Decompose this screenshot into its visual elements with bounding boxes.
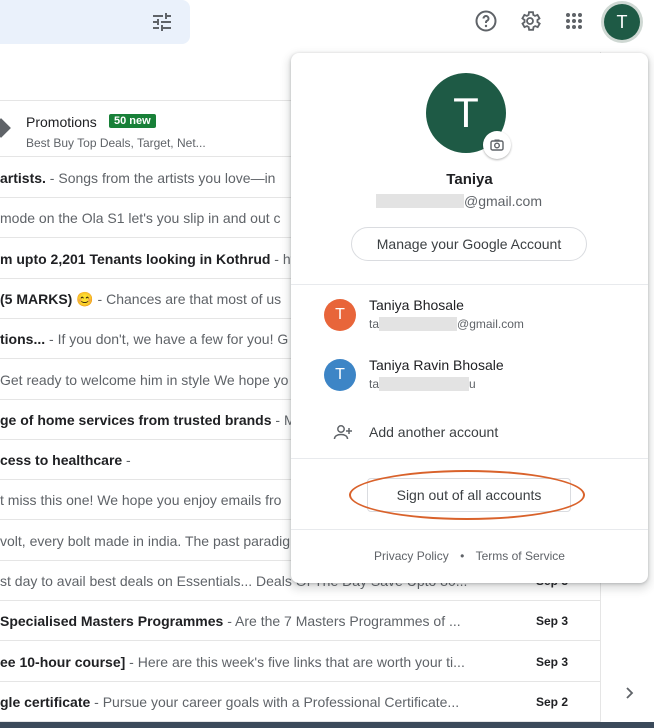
email-preview: - Songs from the artists you love—in: [45, 170, 276, 186]
email-snippet: gle certificate - Pursue your career goa…: [0, 682, 480, 721]
account-avatar: T: [324, 299, 356, 331]
top-bar: T: [0, 0, 654, 52]
divider: [291, 529, 648, 530]
separator-dot: •: [460, 549, 465, 563]
bottom-bar: [0, 722, 654, 728]
account-item[interactable]: T Taniya Bhosale ta @gmail.com: [291, 285, 648, 345]
account-email: ta u: [369, 377, 476, 391]
email-preview: - Are the 7 Masters Programmes of ...: [223, 613, 461, 630]
account-email: ta @gmail.com: [369, 317, 524, 331]
account-avatar: T: [324, 359, 356, 391]
email-suffix: u: [469, 377, 476, 391]
email-row[interactable]: Specialised Masters Programmes - Are the…: [0, 601, 600, 642]
email-row[interactable]: ee 10-hour course] - Here are this week'…: [0, 642, 600, 682]
email-subject: ge of home services from trusted brands: [0, 411, 272, 428]
email-preview: - Pursue your career goals with a Profes…: [90, 693, 460, 710]
gear-icon[interactable]: [517, 8, 543, 34]
redacted-text: [379, 377, 470, 391]
camera-icon[interactable]: [483, 131, 511, 159]
label-icon: [0, 118, 11, 138]
email-preview: - Chances are that most of us: [93, 290, 282, 307]
add-account-label: Add another account: [369, 424, 499, 440]
email-preview: mode on the Ola S1 let's you slip in and…: [0, 210, 281, 227]
highlight-annotation: [349, 470, 585, 520]
redacted-text: [376, 194, 464, 208]
email-preview: Get ready to welcome him in style We hop…: [0, 371, 289, 388]
promotions-title: Promotions: [26, 114, 97, 130]
email-row[interactable]: gle certificate - Pursue your career goa…: [0, 682, 600, 722]
promotions-senders: Best Buy Top Deals, Target, Net...: [26, 136, 206, 150]
email-date: Sep 3: [536, 614, 569, 629]
email-preview: t miss this one! We hope you enjoy email…: [0, 492, 282, 509]
search-bar[interactable]: [0, 0, 190, 44]
email-preview: - If you don't, we have a few for you! G: [45, 331, 289, 348]
divider: [291, 458, 648, 459]
person-add-icon: [331, 421, 355, 445]
privacy-policy-link[interactable]: Privacy Policy: [374, 549, 449, 563]
email-suffix: @gmail.com: [464, 193, 543, 209]
email-suffix: @gmail.com: [457, 317, 524, 331]
redacted-text: [379, 317, 458, 331]
email-prefix: ta: [369, 317, 380, 331]
email-subject: tions...: [0, 331, 46, 348]
email-snippet: ee 10-hour course] - Here are this week'…: [0, 642, 480, 681]
email-date: Sep 2: [536, 694, 569, 709]
account-name: Taniya Ravin Bhosale: [369, 357, 504, 373]
new-count-badge: 50 new: [109, 114, 156, 128]
account-menu: T Taniya @gmail.com Manage your Google A…: [291, 53, 648, 583]
email-snippet: Specialised Masters Programmes - Are the…: [0, 601, 480, 640]
tune-icon[interactable]: [150, 10, 174, 34]
email-subject: (5 MARKS) 😊: [0, 290, 94, 307]
help-icon[interactable]: [473, 8, 499, 34]
email-date: Sep 3: [536, 654, 569, 669]
email-subject: Specialised Masters Programmes: [0, 613, 224, 630]
manage-account-button[interactable]: Manage your Google Account: [351, 227, 587, 261]
email-prefix: ta: [369, 377, 380, 391]
terms-link[interactable]: Terms of Service: [476, 549, 565, 563]
email-subject: ee 10-hour course]: [0, 653, 126, 670]
account-name: Taniya Bhosale: [369, 297, 464, 313]
email-preview: volt, every bolt made in india. The past…: [0, 532, 291, 549]
email-preview: -: [122, 452, 131, 469]
chevron-right-icon[interactable]: [622, 686, 636, 700]
account-item[interactable]: T Taniya Ravin Bhosale ta u: [291, 345, 648, 405]
email-preview: - Here are this week's five links that a…: [125, 653, 465, 670]
popup-footer: Privacy Policy • Terms of Service: [291, 549, 648, 563]
profile-name: Taniya: [446, 171, 493, 188]
email-subject: m upto 2,201 Tenants looking in Kothrud: [0, 250, 271, 267]
profile-email: @gmail.com: [376, 193, 542, 209]
account-avatar[interactable]: T: [604, 4, 640, 40]
email-subject: gle certificate: [0, 693, 91, 710]
email-subject: artists.: [0, 170, 46, 186]
apps-grid-icon[interactable]: [561, 8, 587, 34]
add-account-button[interactable]: Add another account: [291, 411, 648, 455]
email-subject: cess to healthcare: [0, 452, 123, 469]
